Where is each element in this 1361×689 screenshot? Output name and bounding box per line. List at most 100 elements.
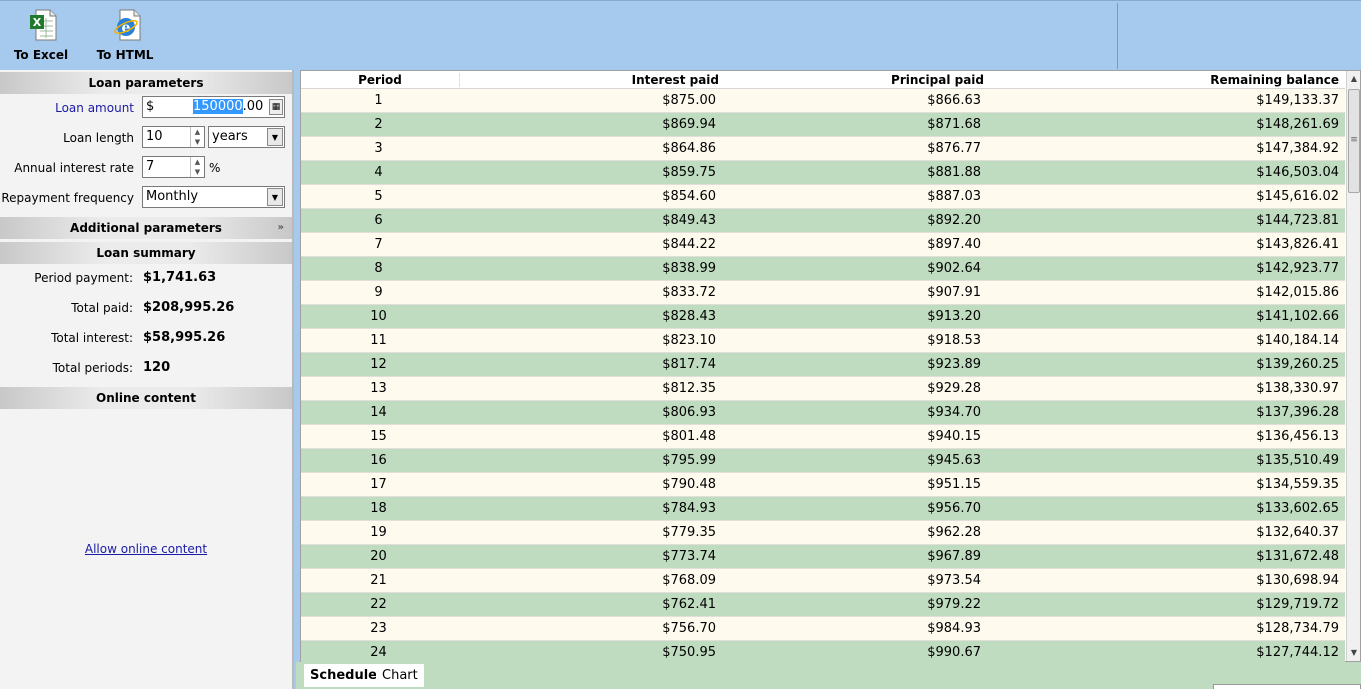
repayment-frequency-label: Repayment frequency [1,191,134,205]
spin-up-icon[interactable]: ▲ [191,127,204,137]
to-excel-label: To Excel [13,48,69,62]
cell-principal-paid: $940.15 [927,429,981,444]
loan-parameters-header: Loan parameters [0,72,292,94]
interest-rate-spinner[interactable]: ▲ ▼ [190,157,204,177]
cell-period: 11 [370,333,387,348]
loan-length-input[interactable]: 10 ▲ ▼ [142,126,205,148]
table-row[interactable]: 7 $844.22 $897.40 $143,826.41 [301,233,1345,257]
cell-remaining-balance: $149,133.37 [1256,93,1339,108]
interest-rate-input[interactable]: 7 ▲ ▼ [142,156,205,178]
cell-interest-paid: $854.60 [662,189,716,204]
to-html-button[interactable]: e To HTML [90,7,160,67]
scroll-up-icon[interactable]: ▲ [1347,71,1361,87]
cell-interest-paid: $859.75 [662,165,716,180]
header-principal-paid[interactable]: Principal paid [851,73,984,87]
vertical-scrollbar[interactable]: ▲ ≡ ▼ [1346,71,1360,661]
scroll-down-icon[interactable]: ▼ [1347,645,1361,661]
chevron-down-icon[interactable]: ▼ [267,128,283,146]
table-row[interactable]: 10 $828.43 $913.20 $141,102.66 [301,305,1345,329]
table-row[interactable]: 14 $806.93 $934.70 $137,396.28 [301,401,1345,425]
table-row[interactable]: 12 $817.74 $923.89 $139,260.25 [301,353,1345,377]
cell-remaining-balance: $142,015.86 [1256,285,1339,300]
additional-parameters-header[interactable]: Additional parameters » [0,217,292,239]
header-remaining-balance[interactable]: Remaining balance [1181,73,1339,87]
cell-principal-paid: $897.40 [927,237,981,252]
table-row[interactable]: 4 $859.75 $881.88 $146,503.04 [301,161,1345,185]
table-row[interactable]: 20 $773.74 $967.89 $131,672.48 [301,545,1345,569]
table-row[interactable]: 5 $854.60 $887.03 $145,616.02 [301,185,1345,209]
total-paid-label: Total paid: [71,301,133,315]
table-row[interactable]: 19 $779.35 $962.28 $132,640.37 [301,521,1345,545]
header-interest-paid[interactable]: Interest paid [591,73,719,87]
table-row[interactable]: 23 $756.70 $984.93 $128,734.79 [301,617,1345,641]
header-period[interactable]: Period [301,73,459,87]
loan-length-spinner[interactable]: ▲ ▼ [190,127,204,147]
cell-period: 24 [370,645,387,660]
cell-remaining-balance: $134,559.35 [1256,477,1339,492]
scroll-thumb[interactable]: ≡ [1348,89,1360,193]
table-row[interactable]: 8 $838.99 $902.64 $142,923.77 [301,257,1345,281]
table-row[interactable]: 24 $750.95 $990.67 $127,744.12 [301,641,1345,663]
to-excel-button[interactable]: X To Excel [6,7,76,67]
cell-principal-paid: $951.15 [927,477,981,492]
table-row[interactable]: 22 $762.41 $979.22 $129,719.72 [301,593,1345,617]
html-icon: e [114,9,141,41]
cell-principal-paid: $876.77 [927,141,981,156]
cell-interest-paid: $784.93 [662,501,716,516]
calculator-icon[interactable]: ▦ [269,99,283,115]
loan-amount-label: Loan amount [55,101,134,115]
spin-up-icon[interactable]: ▲ [191,157,204,167]
cell-period: 7 [374,237,383,252]
table-row[interactable]: 2 $869.94 $871.68 $148,261.69 [301,113,1345,137]
cell-principal-paid: $956.70 [927,501,981,516]
cell-period: 20 [370,549,387,564]
period-payment-label: Period payment: [34,271,133,285]
expand-icon[interactable]: » [278,217,284,239]
toolbar-separator [1117,3,1118,69]
cell-period: 6 [374,213,383,228]
cell-interest-paid: $773.74 [662,549,716,564]
spin-down-icon[interactable]: ▼ [191,137,204,147]
cell-remaining-balance: $127,744.12 [1256,645,1339,660]
table-row[interactable]: 21 $768.09 $973.54 $130,698.94 [301,569,1345,593]
loan-length-unit-select[interactable]: years ▼ [208,126,285,148]
cell-period: 9 [374,285,383,300]
total-paid-value: $208,995.26 [143,300,235,315]
tab-chart[interactable]: Chart [376,664,424,687]
cell-interest-paid: $795.99 [662,453,716,468]
cell-principal-paid: $967.89 [927,549,981,564]
table-row[interactable]: 3 $864.86 $876.77 $147,384.92 [301,137,1345,161]
cell-interest-paid: $779.35 [662,525,716,540]
interest-rate-label: Annual interest rate [14,161,134,175]
table-row[interactable]: 6 $849.43 $892.20 $144,723.81 [301,209,1345,233]
cell-principal-paid: $907.91 [927,285,981,300]
chevron-down-icon[interactable]: ▼ [267,188,283,206]
cell-principal-paid: $962.28 [927,525,981,540]
cell-remaining-balance: $144,723.81 [1256,213,1339,228]
table-row[interactable]: 18 $784.93 $956.70 $133,602.65 [301,497,1345,521]
cell-interest-paid: $750.95 [662,645,716,660]
allow-online-content-link[interactable]: Allow online content [0,542,292,556]
table-row[interactable]: 1 $875.00 $866.63 $149,133.37 [301,89,1345,113]
table-row[interactable]: 9 $833.72 $907.91 $142,015.86 [301,281,1345,305]
cell-period: 3 [374,141,383,156]
cell-remaining-balance: $145,616.02 [1256,189,1339,204]
cell-period: 12 [370,357,387,372]
tab-schedule[interactable]: Schedule [304,664,384,687]
cell-remaining-balance: $137,396.28 [1256,405,1339,420]
repayment-frequency-select[interactable]: Monthly ▼ [142,186,285,208]
online-content-header: Online content [0,387,292,409]
table-row[interactable]: 17 $790.48 $951.15 $134,559.35 [301,473,1345,497]
spin-down-icon[interactable]: ▼ [191,167,204,177]
loan-amount-input[interactable]: $ 150000.00 ▦ [142,96,285,118]
table-row[interactable]: 13 $812.35 $929.28 $138,330.97 [301,377,1345,401]
cell-interest-paid: $844.22 [662,237,716,252]
table-row[interactable]: 15 $801.48 $940.15 $136,456.13 [301,425,1345,449]
table-row[interactable]: 11 $823.10 $918.53 $140,184.14 [301,329,1345,353]
cell-principal-paid: $973.54 [927,573,981,588]
cell-principal-paid: $887.03 [927,189,981,204]
table-row[interactable]: 16 $795.99 $945.63 $135,510.49 [301,449,1345,473]
to-html-label: To HTML [96,48,154,62]
cell-period: 8 [374,261,383,276]
cell-period: 15 [370,429,387,444]
